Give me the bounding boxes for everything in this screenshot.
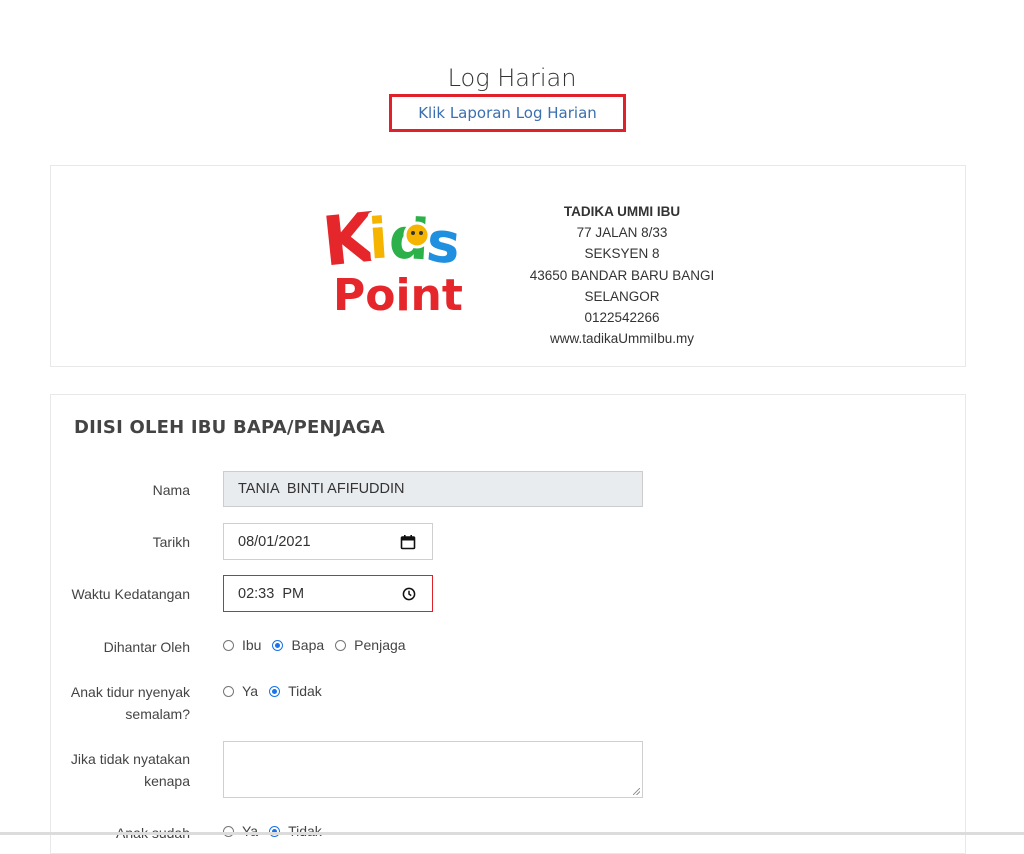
radio-dot-selected[interactable] (269, 685, 281, 697)
tarikh-input[interactable]: 08/01/2021 (223, 523, 433, 560)
report-link-highlight: Klik Laporan Log Harian (389, 94, 626, 132)
radio-tidur-ya[interactable]: Ya (223, 683, 258, 699)
radio-label: Tidak (288, 683, 322, 699)
clock-icon[interactable] (402, 587, 416, 601)
address-line: SEKSYEN 8 (584, 246, 660, 262)
school-info: TADIKA UMMI IBU 77 JALAN 8/33 SEKSYEN 8 … (511, 201, 733, 349)
school-card: K i d s Point TADIKA UMMI IBU 77 JALAN 8… (50, 165, 966, 367)
parent-form-card: DIISI OLEH IBU BAPA/PENJAGA Nama TANIA B… (50, 394, 966, 854)
radio-label: Ibu (242, 637, 262, 653)
resize-handle[interactable] (633, 788, 640, 795)
school-name: TADIKA UMMI IBU (563, 204, 681, 219)
radio-label: Tidak (288, 823, 322, 839)
radio-penjaga[interactable]: Penjaga (335, 637, 406, 653)
waktu-value: 02:33 PM (238, 585, 305, 602)
kenapa-label: Jika tidak nyatakan kenapa (71, 748, 190, 792)
waktu-label: Waktu Kedatangan (71, 586, 190, 602)
tarikh-value: 08/01/2021 (238, 533, 311, 550)
radio-sudah-ya[interactable]: Ya (223, 823, 258, 839)
svg-text:i: i (367, 206, 391, 272)
page-title: Log Harian (447, 64, 577, 92)
waktu-input[interactable]: 02:33 PM (223, 575, 433, 612)
tidur-label-line: semalam? (125, 706, 190, 722)
dihantar-radio-group: Ibu Bapa Penjaga (223, 637, 417, 653)
tidur-radio-group: Ya Tidak (223, 683, 333, 699)
nama-input[interactable]: TANIA BINTI AFIFUDDIN (223, 471, 643, 507)
nama-value: TANIA BINTI AFIFUDDIN (238, 481, 405, 497)
report-link[interactable]: Klik Laporan Log Harian (418, 104, 597, 122)
kids-point-logo: K i d s Point (319, 194, 467, 322)
svg-text:s: s (424, 209, 464, 277)
radio-label: Ya (242, 823, 259, 839)
school-phone: 0122542266 (584, 310, 660, 326)
address-line: 43650 BANDAR BARU BANGI (529, 267, 715, 283)
radio-label: Ya (242, 683, 259, 699)
sudah-radio-group: Ya Tidak (223, 823, 333, 839)
calendar-icon[interactable] (400, 534, 416, 550)
address-line: 77 JALAN 8/33 (576, 225, 668, 241)
radio-ibu[interactable]: Ibu (223, 637, 261, 653)
radio-bapa[interactable]: Bapa (272, 637, 324, 653)
radio-dot[interactable] (335, 639, 347, 651)
kenapa-label-line: Jika tidak nyatakan (70, 751, 190, 767)
radio-label: Penjaga (354, 637, 406, 653)
radio-dot[interactable] (223, 685, 234, 697)
address-line: SELANGOR (584, 288, 660, 304)
radio-tidur-tidak[interactable]: Tidak (269, 683, 322, 699)
tidur-label-line: Anak tidur nyenyak (70, 684, 190, 700)
tarikh-label: Tarikh (152, 534, 190, 550)
radio-dot[interactable] (223, 639, 234, 651)
tidur-label: Anak tidur nyenyak semalam? (71, 681, 190, 725)
radio-dot-selected[interactable] (272, 639, 284, 651)
section-title: DIISI OLEH IBU BAPA/PENJAGA (74, 417, 385, 438)
nama-label: Nama (152, 482, 190, 498)
dihantar-label: Dihantar Oleh (103, 639, 190, 655)
radio-label: Bapa (291, 637, 325, 653)
kenapa-label-line: kenapa (144, 773, 190, 789)
kenapa-textarea[interactable] (223, 741, 643, 798)
school-website: www.tadikaUmmiIbu.my (549, 331, 695, 347)
radio-sudah-tidak[interactable]: Tidak (269, 823, 322, 839)
svg-text:Point: Point (333, 270, 463, 321)
